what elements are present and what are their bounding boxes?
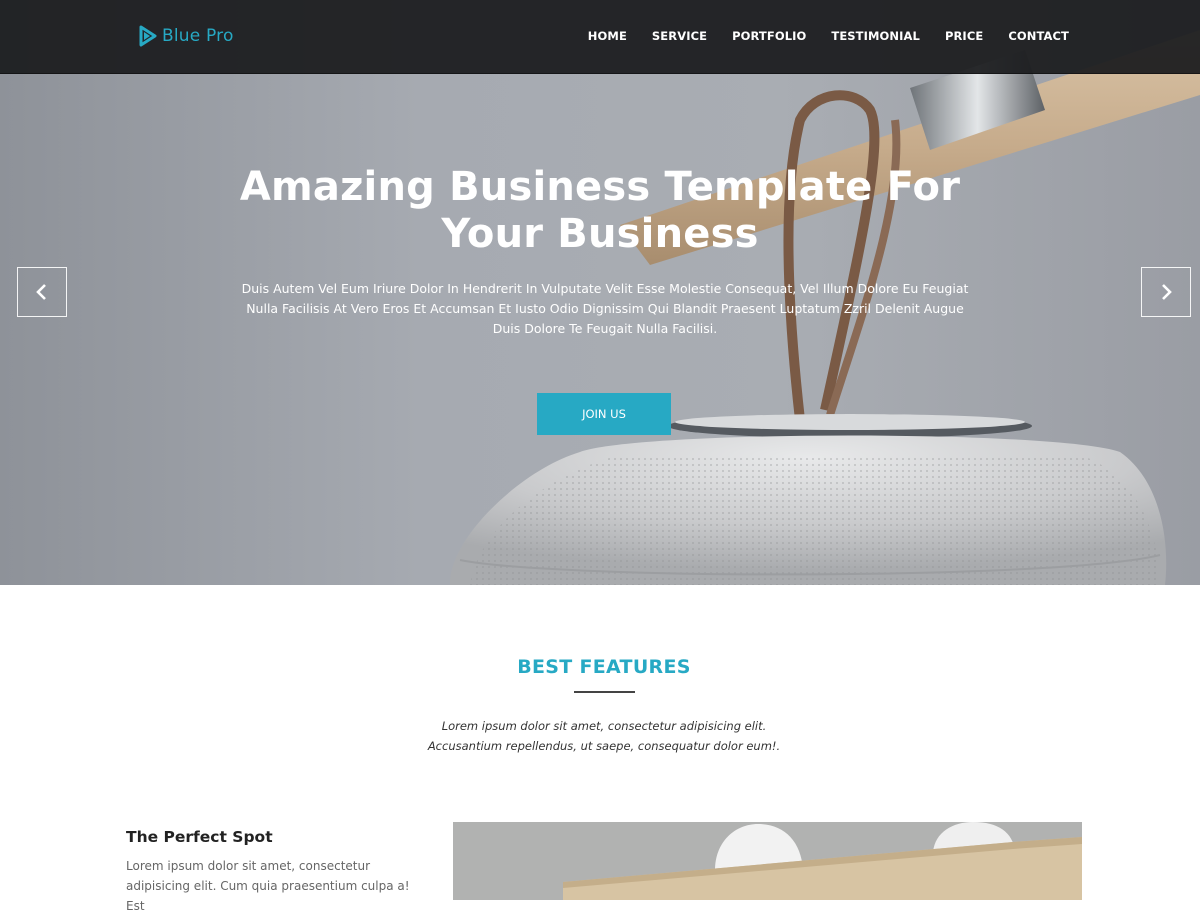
nav-item-testimonial[interactable]: TESTIMONIAL <box>831 29 920 43</box>
nav-item-portfolio[interactable]: PORTFOLIO <box>732 29 806 43</box>
chevron-right-icon <box>1162 284 1172 300</box>
features-title: BEST FEATURES <box>517 656 691 678</box>
nav-item-service[interactable]: SERVICE <box>652 29 707 43</box>
nav-item-home[interactable]: HOME <box>588 29 627 43</box>
hero-description: Duis Autem Vel Eum Iriure Dolor In Hendr… <box>241 281 969 336</box>
feature-item-title: The Perfect Spot <box>126 828 273 846</box>
navbar: Blue Pro HOME SERVICE PORTFOLIO TESTIMON… <box>0 0 1200 74</box>
nav-item-contact[interactable]: CONTACT <box>1008 29 1069 43</box>
brand-logo[interactable]: Blue Pro <box>138 24 234 48</box>
slider-next-button[interactable] <box>1141 267 1191 317</box>
hero-slider: Blue Pro HOME SERVICE PORTFOLIO TESTIMON… <box>0 0 1200 585</box>
brand-name: Blue Pro <box>162 26 234 46</box>
feature-item-text: Lorem ipsum dolor sit amet, consectetur … <box>126 859 410 913</box>
join-us-button[interactable]: JOIN US <box>537 393 671 435</box>
play-triangle-icon <box>139 25 157 47</box>
nav-item-price[interactable]: PRICE <box>945 29 983 43</box>
hero-title-line-2: Your Business <box>441 211 759 257</box>
main-nav: HOME SERVICE PORTFOLIO TESTIMONIAL PRICE… <box>588 29 1069 43</box>
hero-title-line-1: Amazing Business Template For <box>239 164 961 210</box>
chevron-left-icon <box>36 284 46 300</box>
title-divider <box>574 691 635 693</box>
features-subtitle-line-1: Lorem ipsum dolor sit amet, consectetur … <box>441 719 767 733</box>
hero-title: Amazing Business Template For Your Busin… <box>200 164 1000 258</box>
slider-prev-button[interactable] <box>17 267 67 317</box>
features-subtitle: Lorem ipsum dolor sit amet, consectetur … <box>350 716 858 756</box>
features-subtitle-line-2: Accusantium repellendus, ut saepe, conse… <box>427 739 781 753</box>
office-chairs-image <box>453 822 1082 900</box>
feature-item-image <box>453 822 1082 900</box>
